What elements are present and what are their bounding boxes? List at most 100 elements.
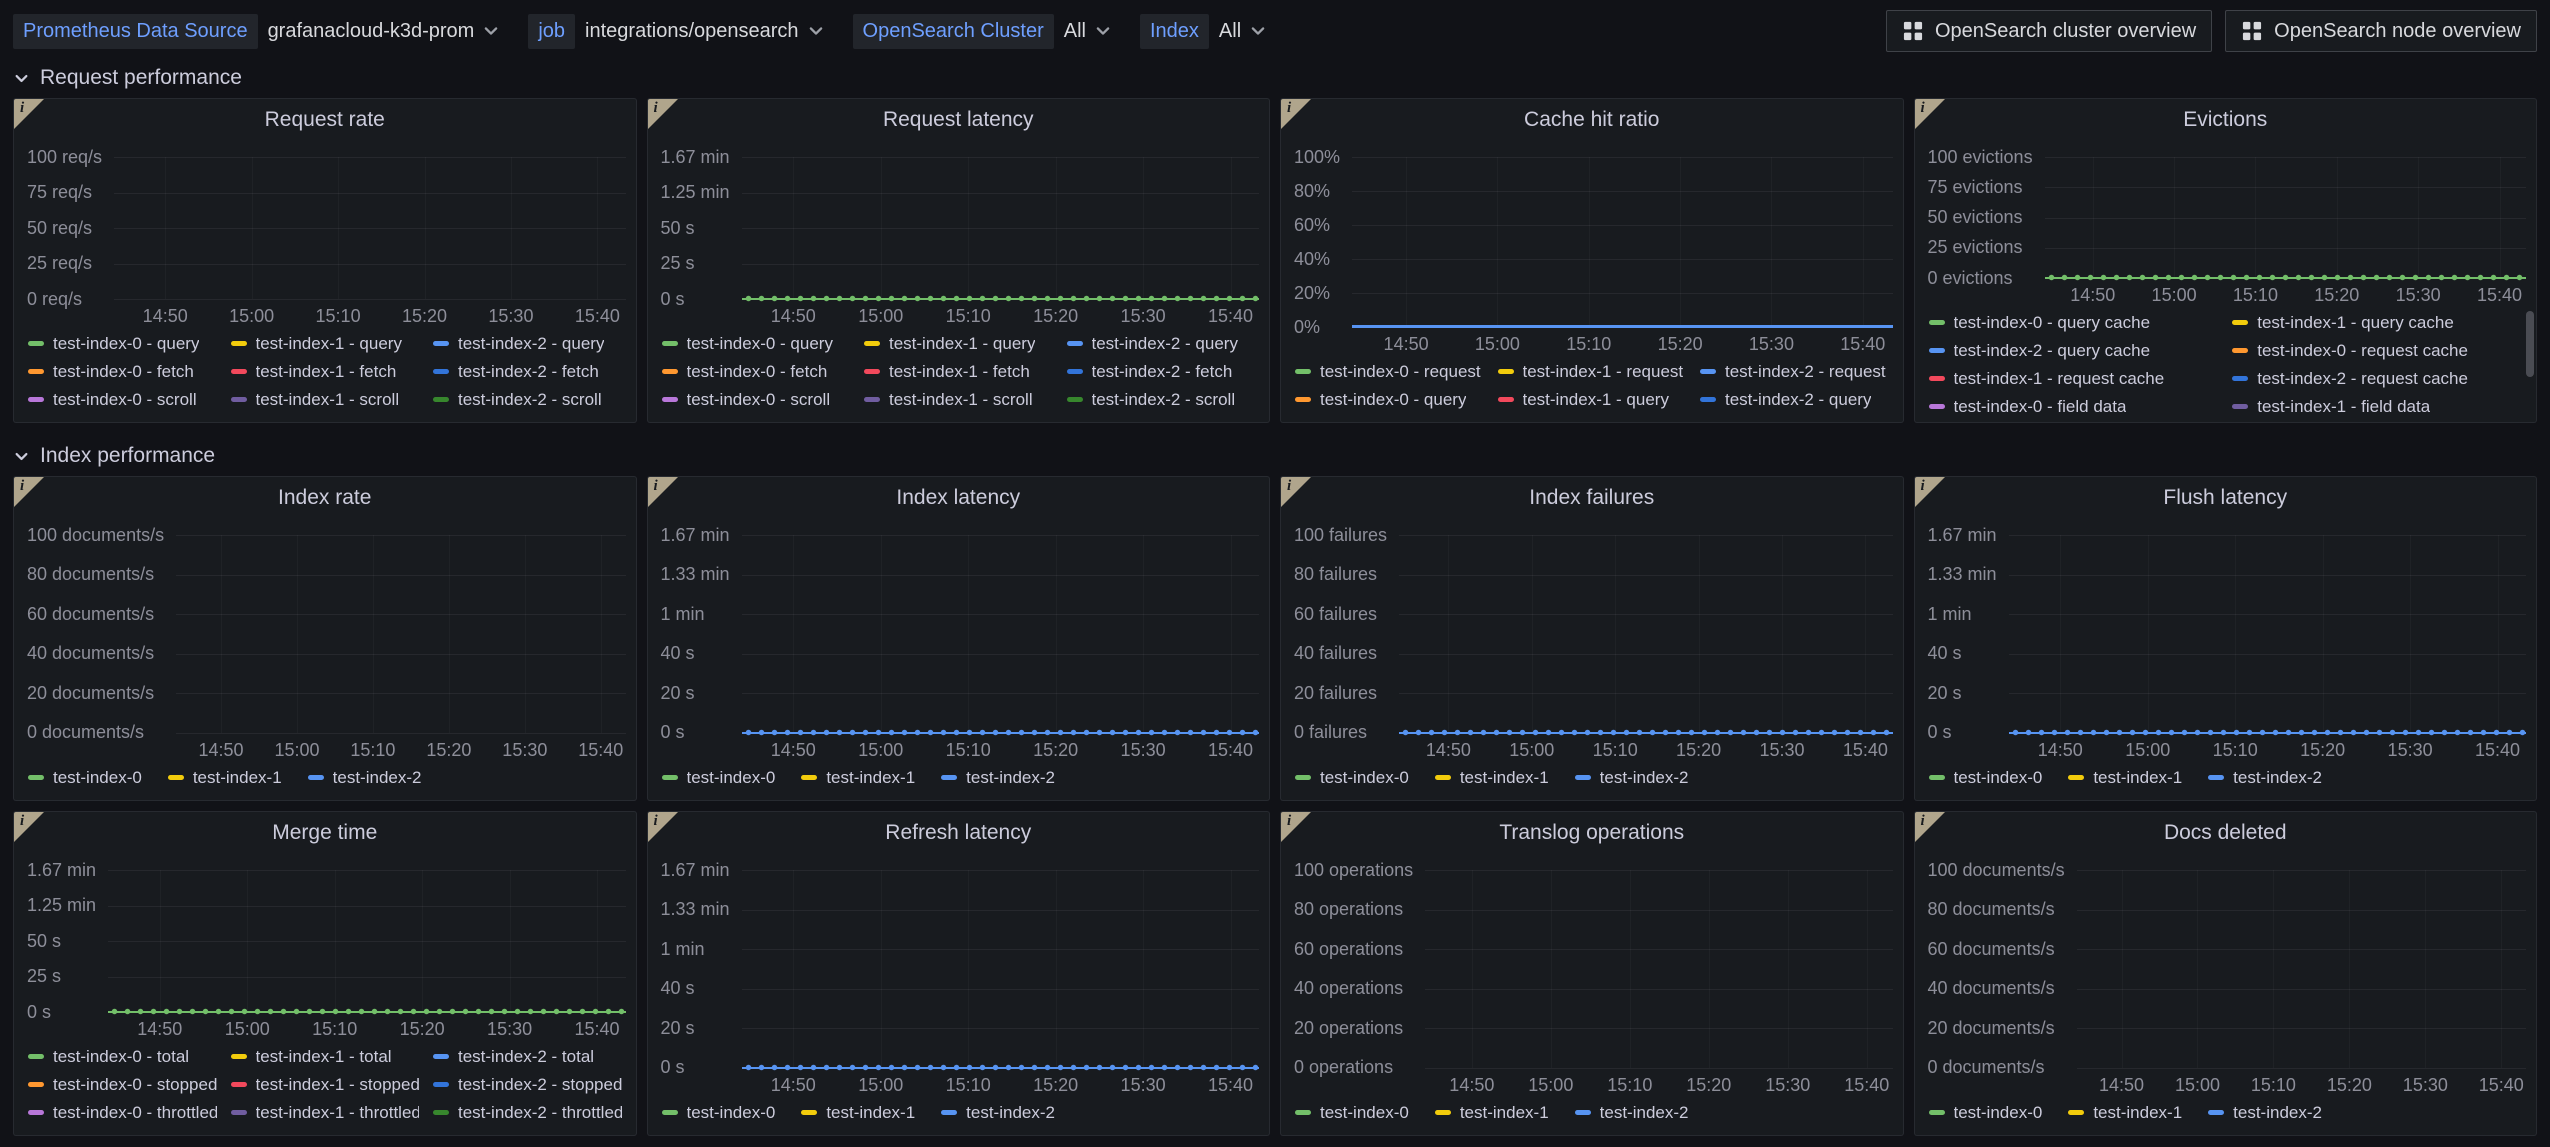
legend-item[interactable]: test-index-2 xyxy=(1575,1099,1689,1126)
variable-job[interactable]: job integrations/opensearch xyxy=(528,14,824,49)
variable-value[interactable]: grafanacloud-k3d-prom xyxy=(268,20,501,43)
legend-item[interactable]: test-index-0 - throttled xyxy=(28,1099,217,1126)
legend-item[interactable]: test-index-1 xyxy=(801,1099,915,1126)
variable-opensearch-cluster[interactable]: OpenSearch Cluster All xyxy=(853,14,1112,49)
panel-info-icon[interactable]: i xyxy=(1281,99,1311,129)
variable-label[interactable]: OpenSearch Cluster xyxy=(853,14,1054,49)
legend-scrollbar[interactable] xyxy=(2526,311,2534,377)
legend-item[interactable]: test-index-0 - scroll xyxy=(28,386,217,413)
dashboard-link-opensearch-node-overview[interactable]: OpenSearch node overview xyxy=(2225,10,2537,52)
variable-value[interactable]: All xyxy=(1064,20,1112,43)
legend-item[interactable]: test-index-2 - stopped xyxy=(433,1071,622,1098)
legend-item[interactable]: test-index-2 - fetch xyxy=(1067,358,1256,385)
variable-value[interactable]: All xyxy=(1219,20,1267,43)
dashboard-link-opensearch-cluster-overview[interactable]: OpenSearch cluster overview xyxy=(1886,10,2212,52)
legend-item[interactable]: test-index-1 - query xyxy=(231,330,420,357)
legend-item[interactable]: test-index-0 - fetch xyxy=(28,358,217,385)
panel-title[interactable]: Index failures xyxy=(1529,486,1654,510)
panel-info-icon[interactable]: i xyxy=(1915,477,1945,507)
legend-item[interactable]: test-index-1 xyxy=(168,764,282,791)
legend-item[interactable]: test-index-2 - query xyxy=(1700,386,1889,413)
variable-label[interactable]: job xyxy=(528,14,575,49)
legend-item[interactable]: test-index-0 - query xyxy=(28,330,217,357)
legend-item[interactable]: test-index-2 - scroll xyxy=(433,386,622,413)
legend-item[interactable]: test-index-2 - total xyxy=(433,1043,622,1070)
legend-item[interactable]: test-index-1 - scroll xyxy=(231,386,420,413)
legend-item[interactable]: test-index-2 xyxy=(1575,764,1689,791)
legend-item[interactable]: test-index-2 - field data xyxy=(1929,421,2219,422)
panel-info-icon[interactable]: i xyxy=(1281,477,1311,507)
panel-title[interactable]: Request latency xyxy=(883,108,1034,132)
panel-title[interactable]: Cache hit ratio xyxy=(1524,108,1659,132)
variable-prometheus-data-source[interactable]: Prometheus Data Source grafanacloud-k3d-p… xyxy=(13,14,500,49)
panel-info-icon[interactable]: i xyxy=(1281,812,1311,842)
legend-item[interactable]: test-index-2 - query xyxy=(1067,330,1256,357)
legend-item[interactable]: test-index-2 - request xyxy=(1700,358,1889,385)
variable-value[interactable]: integrations/opensearch xyxy=(585,20,824,43)
panel-title[interactable]: Evictions xyxy=(2183,108,2267,132)
legend-item[interactable]: test-index-1 xyxy=(801,764,915,791)
legend-item[interactable]: test-index-0 - stopped xyxy=(28,1071,217,1098)
legend-item[interactable]: test-index-2 xyxy=(2208,1099,2322,1126)
legend-item[interactable]: test-index-1 - total xyxy=(231,1043,420,1070)
legend-item[interactable]: test-index-2 xyxy=(941,764,1055,791)
variable-label[interactable]: Index xyxy=(1140,14,1209,49)
legend-item[interactable]: test-index-0 xyxy=(1929,764,2043,791)
legend-item[interactable]: test-index-2 - request cache xyxy=(2232,365,2522,392)
legend-item[interactable]: test-index-0 - scroll xyxy=(662,386,851,413)
panel-title[interactable]: Refresh latency xyxy=(885,821,1031,845)
panel-title[interactable]: Merge time xyxy=(272,821,377,845)
legend-item[interactable]: test-index-1 - request xyxy=(1498,358,1687,385)
legend-item[interactable]: test-index-1 - fetch xyxy=(231,358,420,385)
legend-item[interactable]: test-index-0 - query cache xyxy=(1929,309,2219,336)
legend-item[interactable]: test-index-1 - query xyxy=(864,330,1053,357)
panel-info-icon[interactable]: i xyxy=(14,99,44,129)
panel-info-icon[interactable]: i xyxy=(14,477,44,507)
variable-index[interactable]: Index All xyxy=(1140,14,1267,49)
legend-item[interactable]: test-index-0 - query xyxy=(1295,386,1484,413)
legend-item[interactable]: test-index-0 xyxy=(662,1099,776,1126)
legend-item[interactable]: test-index-1 xyxy=(2068,1099,2182,1126)
legend-item[interactable]: test-index-1 xyxy=(1435,764,1549,791)
legend-item[interactable]: test-index-1 - scroll xyxy=(864,386,1053,413)
legend-item[interactable]: test-index-2 xyxy=(308,764,422,791)
panel-info-icon[interactable]: i xyxy=(1915,812,1945,842)
panel-title[interactable]: Index latency xyxy=(896,486,1020,510)
legend-item[interactable]: test-index-0 xyxy=(28,764,142,791)
legend-item[interactable]: test-index-0 - total xyxy=(28,1043,217,1070)
panel-title[interactable]: Flush latency xyxy=(2163,486,2287,510)
legend-item[interactable]: test-index-0 xyxy=(1295,1099,1409,1126)
panel-info-icon[interactable]: i xyxy=(648,477,678,507)
legend-item[interactable]: test-index-0 - fetch xyxy=(662,358,851,385)
legend-item[interactable]: test-index-2 - fetch xyxy=(433,358,622,385)
legend-item[interactable]: test-index-0 - request xyxy=(1295,358,1484,385)
legend-item[interactable]: test-index-1 - request cache xyxy=(1929,365,2219,392)
panel-title[interactable]: Index rate xyxy=(278,486,371,510)
panel-info-icon[interactable]: i xyxy=(648,812,678,842)
panel-info-icon[interactable]: i xyxy=(14,812,44,842)
legend-item[interactable]: test-index-2 - query cache xyxy=(1929,337,2219,364)
legend-item[interactable]: test-index-1 - field data xyxy=(2232,393,2522,420)
legend-item[interactable]: test-index-0 xyxy=(1295,764,1409,791)
panel-info-icon[interactable]: i xyxy=(648,99,678,129)
legend-item[interactable]: test-index-1 - fetch xyxy=(864,358,1053,385)
legend-item[interactable]: test-index-0 xyxy=(1929,1099,2043,1126)
legend-item[interactable]: test-index-1 - query cache xyxy=(2232,309,2522,336)
legend-item[interactable]: test-index-1 - stopped xyxy=(231,1071,420,1098)
legend-item[interactable]: test-index-2 xyxy=(941,1099,1055,1126)
legend-item[interactable]: test-index-0 xyxy=(662,764,776,791)
legend-item[interactable]: test-index-2 xyxy=(2208,764,2322,791)
legend-item[interactable]: test-index-1 xyxy=(1435,1099,1549,1126)
panel-info-icon[interactable]: i xyxy=(1915,99,1945,129)
legend-item[interactable]: test-index-0 - query xyxy=(662,330,851,357)
legend-item[interactable]: test-index-2 - scroll xyxy=(1067,386,1256,413)
row-header-request-performance[interactable]: Request performance xyxy=(0,58,2550,98)
legend-item[interactable]: test-index-2 - query xyxy=(433,330,622,357)
legend-item[interactable]: test-index-1 xyxy=(2068,764,2182,791)
panel-title[interactable]: Translog operations xyxy=(1499,821,1684,845)
legend-item[interactable]: test-index-2 - throttled xyxy=(433,1099,622,1126)
legend-item[interactable]: test-index-0 - field data xyxy=(1929,393,2219,420)
legend-item[interactable]: test-index-0 - request cache xyxy=(2232,337,2522,364)
variable-label[interactable]: Prometheus Data Source xyxy=(13,14,258,49)
legend-item[interactable]: test-index-1 - throttled xyxy=(231,1099,420,1126)
